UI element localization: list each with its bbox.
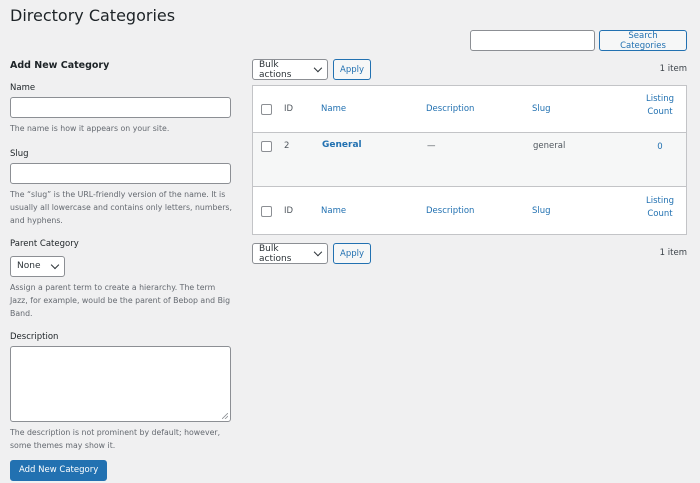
row-description: —	[427, 141, 436, 151]
search-input[interactable]	[470, 30, 595, 51]
name-help: The name is how it appears on your site.	[10, 124, 170, 133]
parent-category-label: Parent Category	[10, 239, 79, 249]
chevron-down-icon	[314, 247, 323, 257]
apply-button-bottom[interactable]: Apply	[333, 243, 371, 264]
row-name-link[interactable]: General	[322, 140, 362, 150]
slug-help: The “slug” is the URL-friendly version o…	[10, 190, 232, 225]
column-id: ID	[284, 104, 294, 114]
column-listing-count-line2: Count	[647, 107, 673, 117]
add-new-category-button[interactable]: Add New Category	[10, 459, 108, 481]
footer-listing-count-line1: Listing	[645, 196, 674, 206]
column-listing-count-line1: Listing	[645, 94, 674, 104]
footer-listing-count-line2: Count	[647, 209, 673, 219]
column-description[interactable]: Description	[426, 104, 474, 114]
row-id: 2	[284, 141, 290, 151]
description-label: Description	[10, 331, 59, 342]
chevron-down-icon	[51, 260, 60, 269]
form-heading: Add New Category	[10, 60, 110, 71]
table-row: 2 General — general 0	[253, 133, 686, 187]
column-slug[interactable]: Slug	[532, 104, 551, 114]
add-category-form: Add New Category Name The name is how it…	[10, 60, 232, 481]
column-name[interactable]: Name	[321, 104, 346, 114]
parent-category-select[interactable]: None	[10, 255, 66, 277]
categories-table: ID Name Description Slug Listing Count 2…	[252, 85, 687, 235]
bulk-actions-top: Bulk actions Apply	[252, 59, 371, 80]
name-label: Name	[10, 83, 36, 93]
parent-category-help: Assign a parent term to create a hierarc…	[10, 282, 231, 318]
table-footer: ID Name Description Slug Listing Count	[253, 187, 686, 235]
footer-column-listing-count[interactable]: Listing Count	[640, 195, 680, 221]
description-help: The description is not prominent by defa…	[10, 427, 221, 450]
description-field[interactable]	[10, 345, 231, 422]
search-categories-button[interactable]: Search Categories	[599, 30, 687, 51]
bulk-actions-bottom: Bulk actions Apply	[252, 243, 371, 264]
chevron-down-icon	[314, 63, 323, 73]
item-count-top: 1 item	[659, 64, 687, 74]
name-field[interactable]	[10, 97, 231, 118]
resize-handle-icon[interactable]	[222, 412, 228, 419]
apply-button-top[interactable]: Apply	[333, 59, 371, 80]
row-listing-count[interactable]: 0	[640, 141, 680, 154]
footer-column-id: ID	[284, 206, 294, 216]
item-count-bottom: 1 item	[659, 248, 687, 258]
footer-column-description[interactable]: Description	[426, 206, 474, 216]
page-title: Directory Categories	[10, 6, 176, 25]
footer-column-name[interactable]: Name	[321, 206, 346, 216]
search-box: Search Categories	[470, 30, 687, 51]
row-checkbox[interactable]	[261, 141, 272, 152]
parent-category-value: None	[17, 261, 41, 271]
row-slug: general	[533, 141, 566, 151]
slug-label: Slug	[10, 149, 29, 159]
bulk-actions-value: Bulk actions	[259, 243, 292, 264]
select-all-checkbox[interactable]	[261, 104, 272, 115]
table-header: ID Name Description Slug Listing Count	[253, 86, 686, 133]
select-all-checkbox-footer[interactable]	[261, 206, 272, 217]
column-listing-count[interactable]: Listing Count	[640, 93, 680, 119]
footer-column-slug[interactable]: Slug	[532, 206, 551, 216]
bulk-actions-select-top[interactable]: Bulk actions	[252, 59, 328, 80]
bulk-actions-value: Bulk actions	[259, 59, 292, 80]
slug-field[interactable]	[10, 163, 231, 184]
bulk-actions-select-bottom[interactable]: Bulk actions	[252, 243, 328, 264]
